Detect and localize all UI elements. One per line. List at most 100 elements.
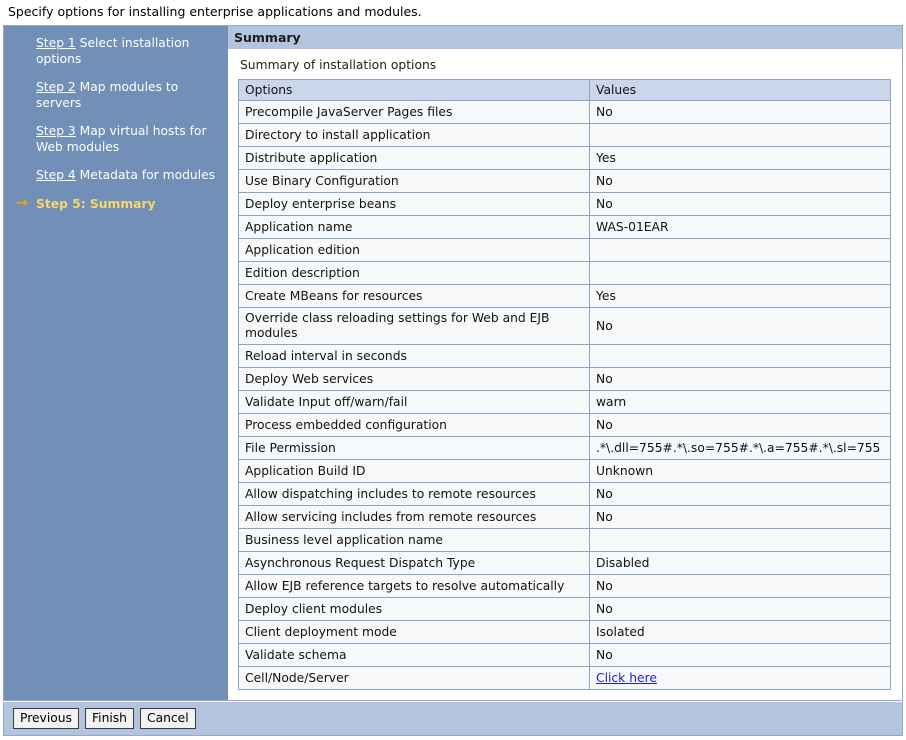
table-row: Business level application name [238,528,891,552]
table-cell-value: No [589,597,891,621]
table-cell-value: Unknown [589,459,891,483]
table-cell-option: Deploy client modules [238,597,590,621]
table-cell-value [589,344,891,368]
column-header-options: Options [238,79,590,101]
finish-button[interactable]: Finish [84,708,134,729]
table-cell-option: Allow servicing includes from remote res… [238,505,590,529]
cancel-button[interactable]: Cancel [139,708,196,729]
sidebar-step-link[interactable]: Step 2 [36,80,76,94]
sidebar-step-4[interactable]: Step 4 Metadata for modules [14,168,222,184]
table-row: Directory to install application [238,123,891,147]
table-row: File Permission .*\.dll=755#.*\.so=755#.*… [238,436,891,460]
table-row: Allow servicing includes from remote res… [238,505,891,529]
table-cell-option: Application Build ID [238,459,590,483]
table-cell-value: WAS-01EAR [589,215,891,239]
table-cell-value [589,123,891,147]
sidebar-step-link[interactable]: Step 3 [36,124,76,138]
table-cell-value [589,528,891,552]
table-cell-value: Yes [589,284,891,308]
table-row: Reload interval in seconds [238,344,891,368]
table-row: Client deployment mode Isolated [238,620,891,644]
table-cell-value: No [589,643,891,667]
table-cell-option: Client deployment mode [238,620,590,644]
table-cell-option: Deploy Web services [238,367,590,391]
table-row: Allow EJB reference targets to resolve a… [238,574,891,598]
panel-subtitle: Summary of installation options [240,58,437,72]
table-cell-value: No [589,169,891,193]
table-cell-option: Allow EJB reference targets to resolve a… [238,574,590,598]
table-row: Application edition [238,238,891,262]
table-cell-option: Process embedded configuration [238,413,590,437]
table-cell-value: warn [589,390,891,414]
table-cell-value: No [589,367,891,391]
table-cell-option: Create MBeans for resources [238,284,590,308]
table-cell-value [589,238,891,262]
table-cell-option: Edition description [238,261,590,285]
table-cell-value: No [589,574,891,598]
panel-title: Summary [228,26,902,49]
table-cell-option: Validate schema [238,643,590,667]
table-cell-option: Reload interval in seconds [238,344,590,368]
table-cell-option: Precompile JavaServer Pages files [238,100,590,124]
table-cell-value[interactable]: Click here [589,666,891,690]
page-instruction: Specify options for installing enterpris… [8,4,422,19]
wizard-content-panel: Summary Summary of installation options … [228,26,902,700]
table-row: Process embedded configuration No [238,413,891,437]
table-row: Precompile JavaServer Pages files No [238,100,891,124]
sidebar-step-5[interactable]: → Step 5: Summary [14,194,222,213]
table-row: Deploy Web services No [238,367,891,391]
sidebar-step-link[interactable]: Step 4 [36,168,76,182]
sidebar-step-link[interactable]: Step 1 [36,36,76,50]
table-cell-value: No [589,307,891,345]
table-row: Validate schema No [238,643,891,667]
table-row: Application Build ID Unknown [238,459,891,483]
table-cell-value: Isolated [589,620,891,644]
table-cell-value: No [589,413,891,437]
table-cell-value: Yes [589,146,891,170]
table-row: Validate Input off/warn/fail warn [238,390,891,414]
table-cell-option: Validate Input off/warn/fail [238,390,590,414]
table-cell-value: .*\.dll=755#.*\.so=755#.*\.a=755#.*\.sl=… [589,436,891,460]
table-row: Edition description [238,261,891,285]
table-cell-value: Disabled [589,551,891,575]
table-cell-option: Use Binary Configuration [238,169,590,193]
table-header-row: Options Values [238,79,891,101]
sidebar-step-2[interactable]: Step 2 Map modules to servers [14,80,222,111]
table-cell-option: Override class reloading settings for We… [238,307,590,345]
sidebar-step-1[interactable]: Step 1 Select installation options [14,36,222,67]
table-row: Use Binary Configuration No [238,169,891,193]
table-cell-option: Application name [238,215,590,239]
table-row: Create MBeans for resources Yes [238,284,891,308]
table-row: Allow dispatching includes to remote res… [238,482,891,506]
table-row: Distribute application Yes [238,146,891,170]
table-cell-value: No [589,100,891,124]
wizard-frame: Step 1 Select installation options Step 2… [3,25,903,701]
table-row: Asynchronous Request Dispatch Type Disabl… [238,551,891,575]
table-cell-option: Directory to install application [238,123,590,147]
table-row: Override class reloading settings for We… [238,307,891,345]
previous-button[interactable]: Previous [13,708,79,729]
table-row: Cell/Node/Server Click here [238,666,891,690]
summary-table-wrap: Options Values Precompile JavaServer Pag… [228,79,902,690]
wizard-sidebar: Step 1 Select installation options Step 2… [4,26,228,700]
table-cell-value: No [589,505,891,529]
cell-node-server-link[interactable]: Click here [596,671,657,685]
table-cell-option: Asynchronous Request Dispatch Type [238,551,590,575]
table-cell-option: Application edition [238,238,590,262]
sidebar-step-3[interactable]: Step 3 Map virtual hosts for Web modules [14,124,222,155]
table-cell-value: No [589,192,891,216]
column-header-values: Values [589,79,891,101]
table-cell-option: File Permission [238,436,590,460]
sidebar-step-label: Step 5: Summary [36,196,156,211]
table-cell-value [589,261,891,285]
current-step-arrow-icon: → [16,194,28,211]
page-root: Specify options for installing enterpris… [0,0,906,740]
table-cell-option: Allow dispatching includes to remote res… [238,482,590,506]
table-cell-option: Distribute application [238,146,590,170]
table-cell-option: Business level application name [238,528,590,552]
table-row: Application name WAS-01EAR [238,215,891,239]
summary-table: Options Values Precompile JavaServer Pag… [238,79,891,690]
table-cell-option: Cell/Node/Server [238,666,590,690]
table-row: Deploy client modules No [238,597,891,621]
sidebar-step-label: Metadata for modules [75,168,216,182]
